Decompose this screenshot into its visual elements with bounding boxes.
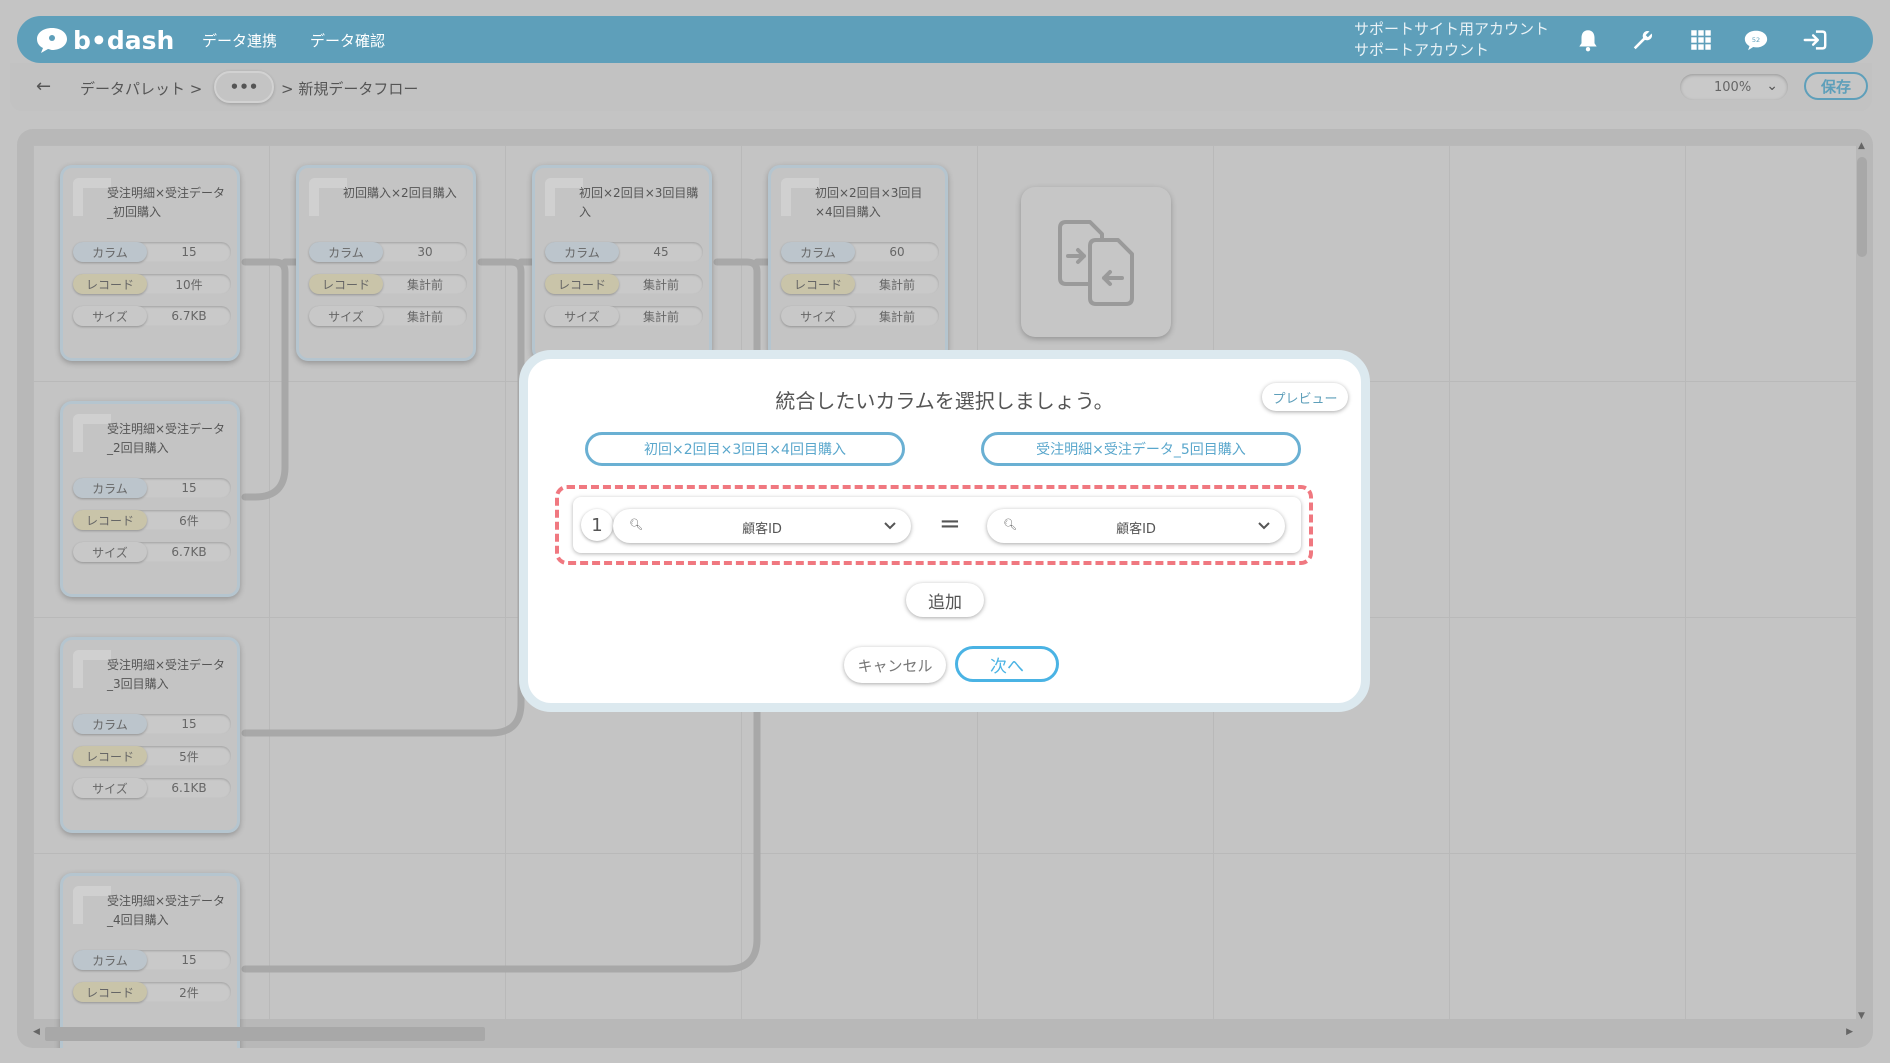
node-card[interactable]: 初回×2回目×3回目購入 カラム 45 レコード 集計前 サイズ 集計前 <box>532 165 712 361</box>
node-icon <box>781 178 819 216</box>
vertical-scrollbar[interactable]: ▲ ▼ <box>1855 141 1869 1021</box>
node-size-row: サイズ 6.7KB <box>73 542 231 562</box>
node-title: 受注明細×受注データ_初回購入 <box>107 186 226 219</box>
logout-icon[interactable] <box>1799 26 1831 54</box>
bell-icon[interactable] <box>1574 26 1602 54</box>
node-size-row: サイズ 集計前 <box>545 306 703 326</box>
back-arrow-icon[interactable]: ← <box>36 76 51 97</box>
merge-files-icon <box>1058 220 1134 306</box>
join-condition-row: 1 🔍︎ 顧客ID = 🔍︎ 顧客ID <box>555 485 1313 565</box>
cancel-button[interactable]: キャンセル <box>844 647 946 683</box>
app-header: b•dash データ連携 データ確認 サポートサイト用アカウント サポートアカウ… <box>17 16 1873 63</box>
node-record-row: レコード 集計前 <box>781 274 939 294</box>
zoom-value: 100% <box>1714 79 1752 95</box>
node-icon <box>73 650 111 688</box>
right-column-value: 顧客ID <box>1116 522 1156 537</box>
scroll-up-icon[interactable]: ▲ <box>1858 141 1865 151</box>
node-record-row: レコード 集計前 <box>309 274 467 294</box>
left-table-pill[interactable]: 初回×2回目×3回目×4回目購入 <box>585 432 905 466</box>
node-record-row: レコード 2件 <box>73 982 231 1002</box>
breadcrumb-current: > 新規データフロー <box>281 80 419 98</box>
node-title: 初回×2回目×3回目購入 <box>579 186 699 219</box>
logo-bubble-icon <box>37 28 67 53</box>
horizontal-scroll-thumb[interactable] <box>45 1027 485 1041</box>
vertical-scroll-thumb[interactable] <box>1857 157 1867 257</box>
equals-operator: = <box>939 509 961 539</box>
node-size-row: サイズ 集計前 <box>309 306 467 326</box>
node-icon <box>73 178 111 216</box>
toolbar: ← データパレット > ••• > 新規データフロー 100% ⌄ 保存 <box>10 63 1872 111</box>
next-button[interactable]: 次へ <box>955 646 1059 682</box>
grid-icon[interactable] <box>1687 26 1715 54</box>
node-card[interactable]: 受注明細×受注データ_初回購入 カラム 15 レコード 10件 サイズ 6.7KB <box>60 165 240 361</box>
node-record-row: レコード 6件 <box>73 510 231 530</box>
nav-data-integration[interactable]: データ連携 <box>202 30 277 51</box>
node-icon <box>73 414 111 452</box>
node-icon <box>309 178 347 216</box>
scroll-left-icon[interactable]: ◀ <box>33 1027 40 1037</box>
node-column-row: カラム 15 <box>73 478 231 498</box>
account-name: サポートサイト用アカウント <box>1354 20 1550 38</box>
nav-data-check[interactable]: データ確認 <box>310 30 385 51</box>
node-card[interactable]: 受注明細×受注データ_4回目購入 カラム 15 レコード 2件 <box>60 873 240 1048</box>
node-title: 受注明細×受注データ_2回目購入 <box>107 422 226 455</box>
node-icon <box>545 178 583 216</box>
chat-icon[interactable]: 52 <box>1742 26 1770 54</box>
logo[interactable]: b•dash <box>35 23 174 57</box>
breadcrumb-root[interactable]: データパレット > <box>80 78 202 99</box>
node-title: 初回×2回目×3回目×4回目購入 <box>815 186 923 219</box>
logo-text: b•dash <box>73 25 175 55</box>
chevron-down-icon <box>884 522 896 530</box>
node-column-row: カラム 15 <box>73 950 231 970</box>
breadcrumb-more-button[interactable]: ••• <box>214 71 274 103</box>
node-size-row: サイズ 6.7KB <box>73 306 231 326</box>
horizontal-scrollbar[interactable]: ◀ ▶ <box>33 1024 1853 1041</box>
node-card[interactable]: 受注明細×受注データ_3回目購入 カラム 15 レコード 5件 サイズ 6.1KB <box>60 637 240 833</box>
right-column-select[interactable]: 🔍︎ 顧客ID <box>987 509 1285 543</box>
node-title: 受注明細×受注データ_4回目購入 <box>107 894 226 927</box>
left-column-select[interactable]: 🔍︎ 顧客ID <box>613 509 911 543</box>
node-size-row: サイズ 6.1KB <box>73 778 231 798</box>
connector-1 <box>241 258 289 501</box>
node-card[interactable]: 初回×2回目×3回目×4回目購入 カラム 60 レコード 集計前 サイズ 集計前 <box>768 165 948 361</box>
save-button[interactable]: 保存 <box>1804 72 1868 100</box>
modal-title: 統合したいカラムを選択しましょう。 <box>775 389 1114 413</box>
chevron-down-icon: ⌄ <box>1766 78 1778 94</box>
wrench-icon[interactable] <box>1629 26 1657 54</box>
scroll-down-icon[interactable]: ▼ <box>1858 1011 1865 1021</box>
row-number: 1 <box>581 509 613 541</box>
node-card[interactable]: 初回購入×2回目購入 カラム 30 レコード 集計前 サイズ 集計前 <box>296 165 476 361</box>
node-column-row: カラム 60 <box>781 242 939 262</box>
node-title: 初回購入×2回目購入 <box>343 186 457 200</box>
node-icon <box>73 886 111 924</box>
node-record-row: レコード 5件 <box>73 746 231 766</box>
node-title: 受注明細×受注データ_3回目購入 <box>107 658 226 691</box>
node-record-row: レコード 10件 <box>73 274 231 294</box>
right-table-pill[interactable]: 受注明細×受注データ_5回目購入 <box>981 432 1301 466</box>
node-column-row: カラム 15 <box>73 714 231 734</box>
node-card[interactable]: 受注明細×受注データ_2回目購入 カラム 15 レコード 6件 サイズ 6.7KB <box>60 401 240 597</box>
chat-badge: 52 <box>1752 36 1760 44</box>
merge-tile[interactable] <box>1021 187 1171 337</box>
node-column-row: カラム 15 <box>73 242 231 262</box>
scroll-right-icon[interactable]: ▶ <box>1846 1027 1853 1037</box>
node-record-row: レコード 集計前 <box>545 274 703 294</box>
join-columns-modal: 統合したいカラムを選択しましょう。 プレビュー 初回×2回目×3回目×4回目購入… <box>519 350 1370 712</box>
account-info[interactable]: サポートサイト用アカウント サポートアカウント <box>1354 19 1549 61</box>
account-sub: サポートアカウント <box>1354 41 1490 59</box>
node-column-row: カラム 30 <box>309 242 467 262</box>
chevron-down-icon <box>1258 522 1270 530</box>
add-condition-button[interactable]: 追加 <box>906 583 984 617</box>
left-column-value: 顧客ID <box>742 522 782 537</box>
node-size-row: サイズ 集計前 <box>781 306 939 326</box>
preview-button[interactable]: プレビュー <box>1262 383 1348 411</box>
zoom-select[interactable]: 100% ⌄ <box>1680 74 1788 100</box>
join-condition-card: 1 🔍︎ 顧客ID = 🔍︎ 顧客ID <box>573 497 1301 553</box>
node-column-row: カラム 45 <box>545 242 703 262</box>
